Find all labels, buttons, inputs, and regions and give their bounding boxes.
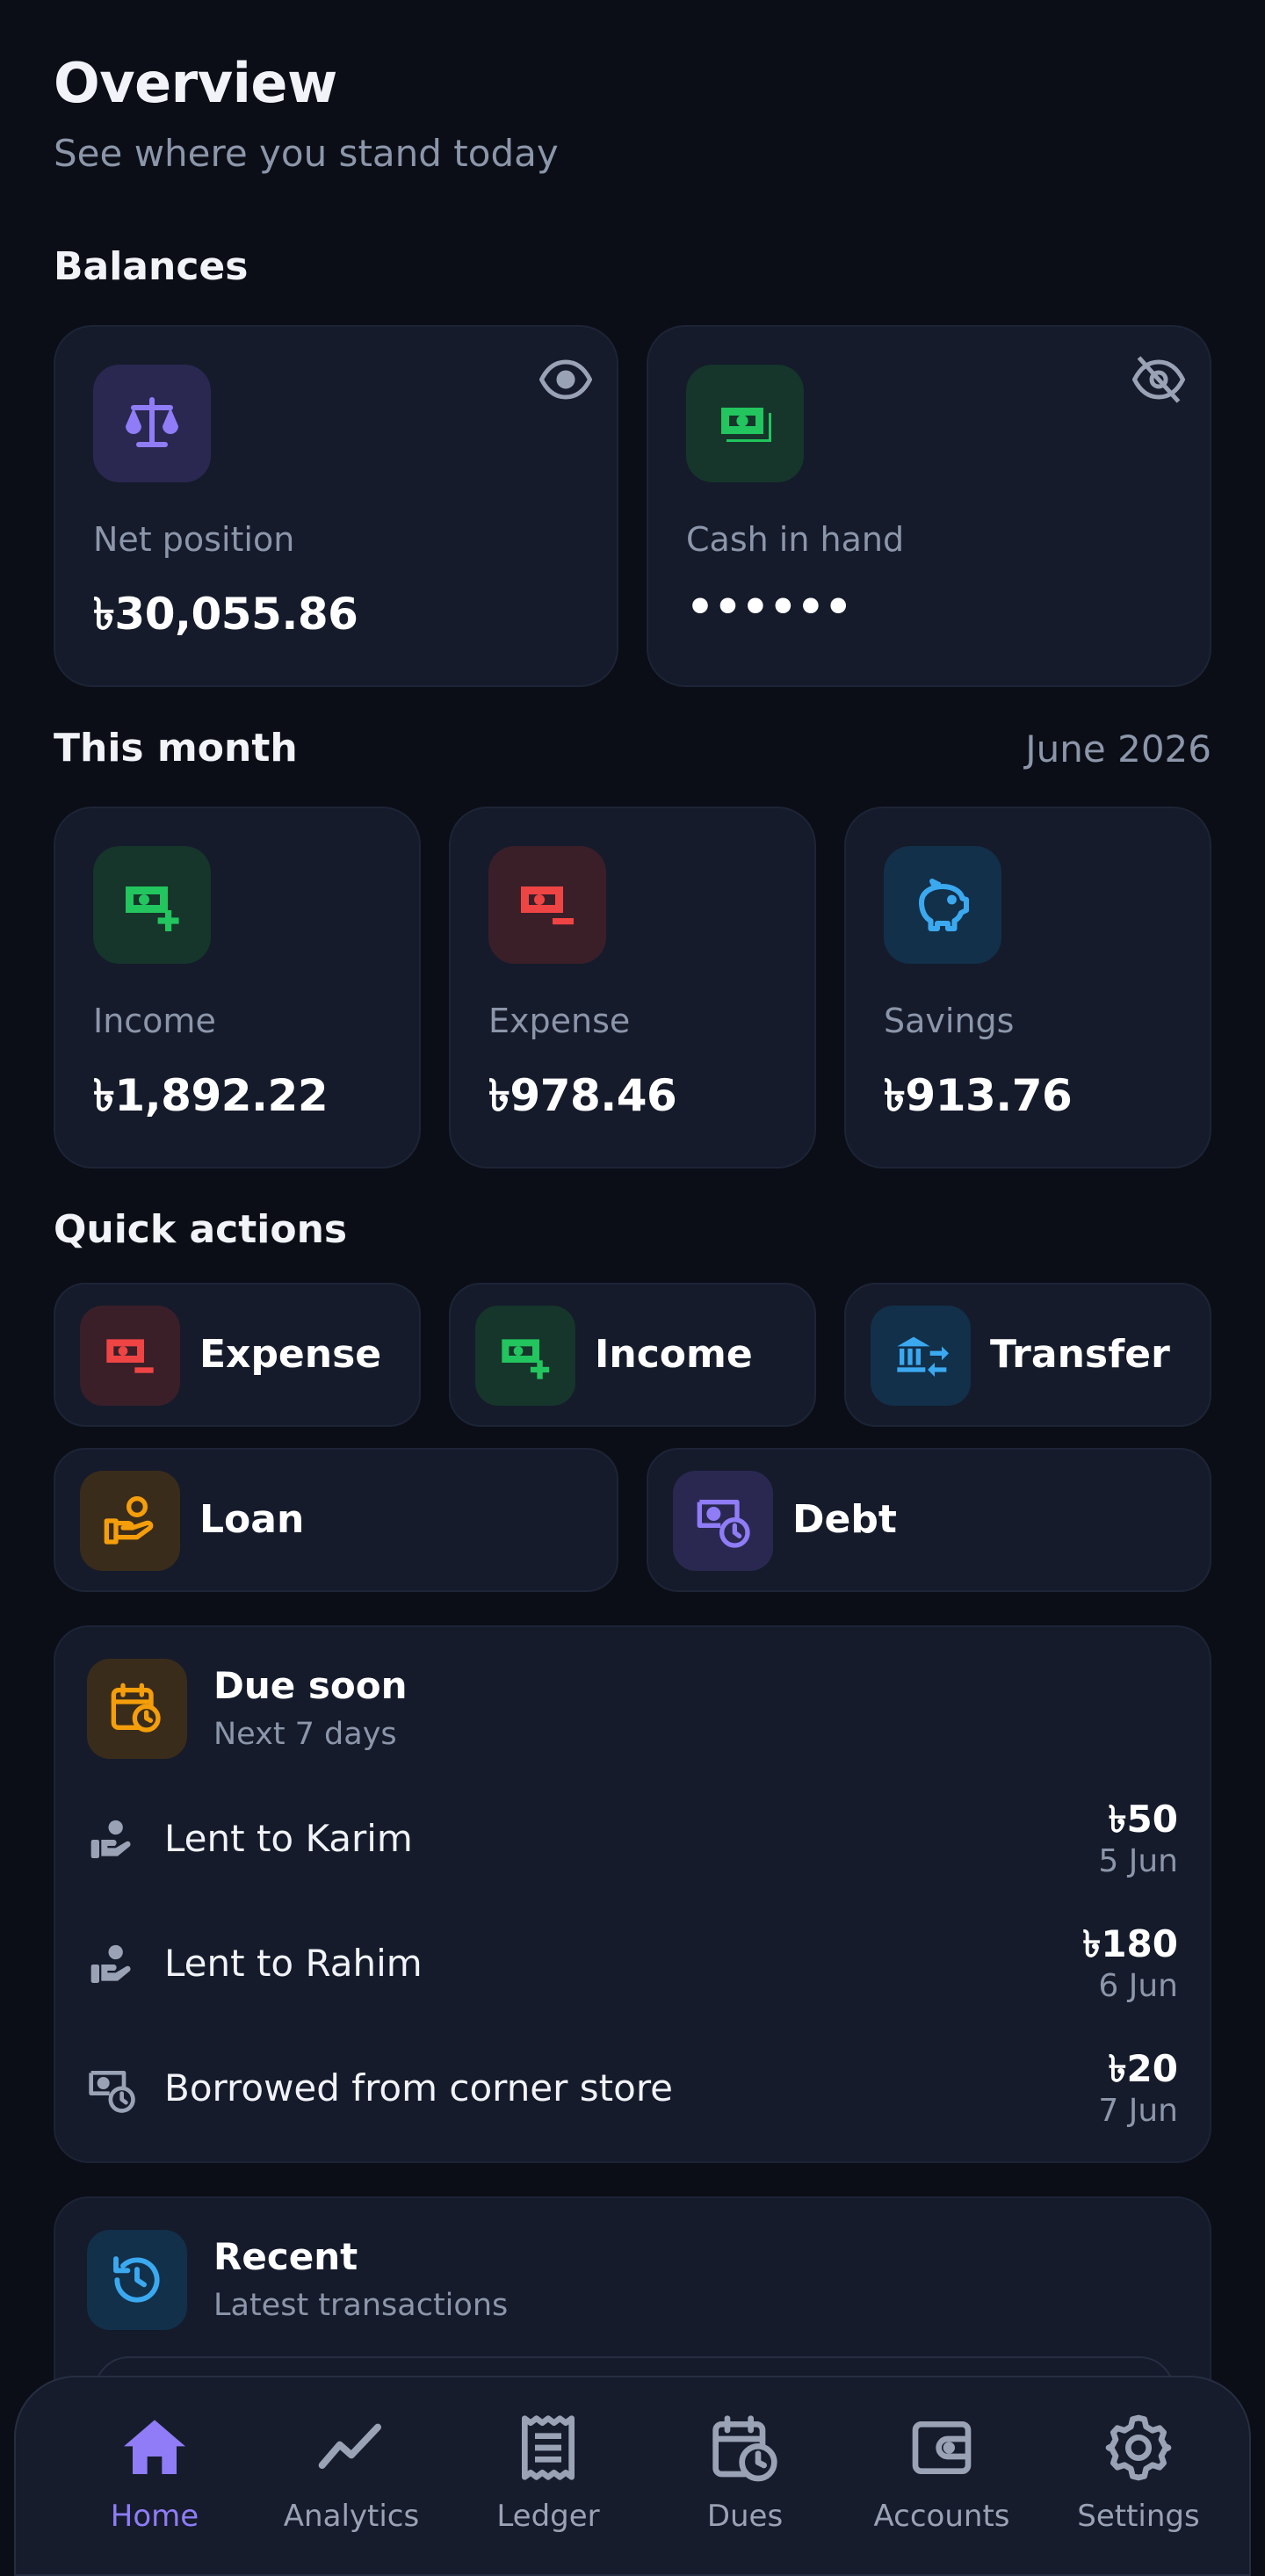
nav-label: Accounts	[873, 2499, 1010, 2534]
home-icon	[124, 2420, 185, 2474]
cash-plus-icon	[475, 1306, 575, 1406]
cash-minus-icon	[80, 1306, 180, 1406]
bank-transfer-icon	[871, 1306, 971, 1406]
expense-card[interactable]: Expense ৳978.46	[449, 807, 816, 1169]
quick-action-loan[interactable]: Loan	[54, 1448, 618, 1592]
card-value: ৳913.76	[884, 1070, 1073, 1121]
due-soon-title: Due soon	[213, 1664, 408, 1707]
month-period[interactable]: June 2026	[1025, 727, 1211, 771]
scale-icon	[93, 365, 211, 482]
nav-settings[interactable]: Settings	[1042, 2413, 1235, 2553]
card-value: ৳1,892.22	[93, 1070, 329, 1121]
card-label: Savings	[884, 1002, 1015, 1040]
history-icon	[87, 2230, 187, 2330]
hand-person-icon	[90, 1944, 131, 1983]
recent-subtitle: Latest transactions	[213, 2288, 509, 2323]
hand-person-icon	[90, 1820, 131, 1858]
hand-coin-icon	[80, 1471, 180, 1571]
quick-action-transfer[interactable]: Transfer	[844, 1283, 1211, 1427]
nav-dues[interactable]: Dues	[648, 2413, 842, 2553]
net-position-card[interactable]: Net position ৳30,055.86	[54, 325, 618, 687]
overview-screen: Overview See where you stand today Balan…	[0, 0, 1265, 2576]
eye-off-icon[interactable]	[1132, 353, 1185, 406]
calendar-clock-icon	[87, 1659, 187, 1759]
nav-label: Dues	[706, 2499, 784, 2534]
recent-title: Recent	[213, 2235, 358, 2278]
quick-action-income[interactable]: Income	[449, 1283, 816, 1427]
piggy-bank-icon	[884, 846, 1001, 964]
nav-accounts[interactable]: Accounts	[845, 2413, 1038, 2553]
cash-plus-icon	[93, 846, 211, 964]
trend-icon	[318, 2423, 381, 2469]
calendar-clock-icon	[712, 2415, 777, 2482]
quick-action-label: Debt	[792, 1497, 897, 1542]
card-value: ৳978.46	[488, 1070, 677, 1121]
cash-minus-icon	[488, 846, 606, 964]
balances-heading: Balances	[54, 244, 249, 289]
list-item[interactable]: Lent to Rahim ৳180 6 Jun	[55, 1907, 1210, 2021]
card-label: Income	[93, 1002, 216, 1040]
card-value-hidden: ••••••	[686, 582, 852, 633]
wallet-icon	[912, 2421, 972, 2474]
income-card[interactable]: Income ৳1,892.22	[54, 807, 421, 1169]
quick-action-label: Expense	[199, 1332, 382, 1377]
list-item[interactable]: Lent to Karim ৳50 5 Jun	[55, 1782, 1210, 1896]
due-item-label: Lent to Karim	[164, 1817, 413, 1860]
nav-label: Ledger	[496, 2499, 600, 2534]
nav-home[interactable]: Home	[58, 2413, 251, 2553]
cash-clock-icon	[673, 1471, 773, 1571]
nav-ledger[interactable]: Ledger	[452, 2413, 645, 2553]
due-item-date: 6 Jun	[1098, 1968, 1178, 2004]
due-item-date: 5 Jun	[1098, 1843, 1178, 1879]
due-item-label: Borrowed from corner store	[164, 2066, 673, 2109]
quick-actions-heading: Quick actions	[54, 1207, 348, 1252]
list-item[interactable]: Borrowed from corner store ৳20 7 Jun	[55, 2031, 1210, 2145]
quick-action-debt[interactable]: Debt	[647, 1448, 1211, 1592]
card-label: Net position	[93, 520, 295, 559]
card-label: Expense	[488, 1002, 631, 1040]
quick-action-expense[interactable]: Expense	[54, 1283, 421, 1427]
card-label: Cash in hand	[686, 520, 905, 559]
nav-label: Home	[110, 2499, 199, 2534]
quick-action-label: Loan	[199, 1497, 305, 1542]
due-soon-panel: Due soon Next 7 days Lent to Karim ৳50 5…	[54, 1625, 1211, 2163]
bottom-navigation: Home Analytics Ledger Dues Accounts Sett…	[14, 2376, 1251, 2576]
gear-icon	[1105, 2414, 1172, 2481]
this-month-heading: This month	[54, 726, 298, 771]
due-item-date: 7 Jun	[1098, 2093, 1178, 2129]
quick-action-label: Transfer	[990, 1332, 1170, 1377]
due-soon-subtitle: Next 7 days	[213, 1717, 397, 1752]
page-title: Overview	[54, 51, 337, 115]
nav-analytics[interactable]: Analytics	[255, 2413, 448, 2553]
savings-card[interactable]: Savings ৳913.76	[844, 807, 1211, 1169]
nav-label: Settings	[1077, 2499, 1200, 2534]
cash-clock-icon	[89, 2071, 135, 2113]
card-value: ৳30,055.86	[93, 589, 358, 640]
quick-action-label: Income	[595, 1332, 753, 1377]
due-item-label: Lent to Rahim	[164, 1942, 423, 1985]
receipt-icon	[522, 2415, 575, 2480]
page-subtitle: See where you stand today	[54, 132, 559, 175]
eye-icon[interactable]	[539, 353, 592, 406]
cash-icon	[686, 365, 804, 482]
cash-in-hand-card[interactable]: Cash in hand ••••••	[647, 325, 1211, 687]
nav-label: Analytics	[283, 2499, 420, 2534]
